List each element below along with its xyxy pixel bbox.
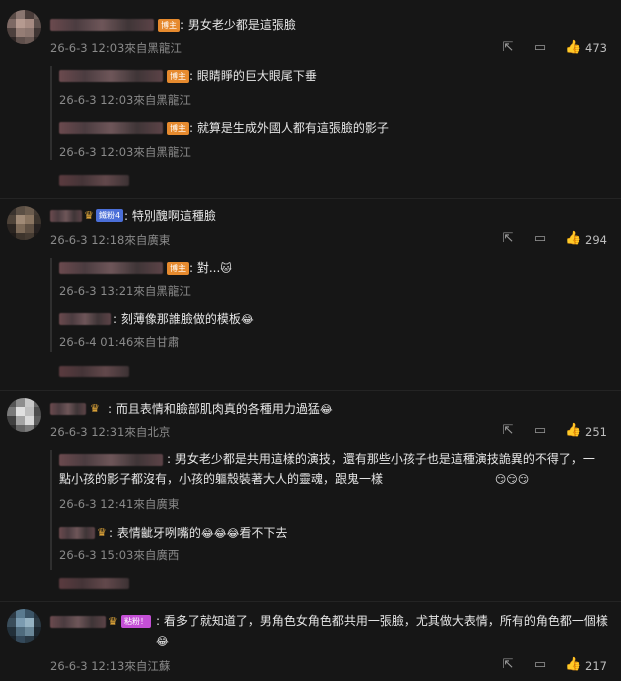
comment-meta: 26-6-3 12:13來自江蘇 [50, 659, 171, 673]
avatar[interactable] [7, 398, 41, 432]
username-blurred[interactable] [50, 403, 86, 415]
avatar[interactable] [7, 206, 41, 240]
like-count: 217 [585, 659, 607, 673]
comment-text: : 特別醜啊這種臉 [124, 209, 216, 223]
laugh-emoji-icon: 😂😂😂 [200, 527, 240, 540]
username-blurred[interactable] [50, 19, 154, 31]
reply-meta: 26-6-3 12:41來自廣東 [59, 497, 180, 511]
avatar[interactable] [7, 10, 41, 44]
username-blurred[interactable] [50, 210, 82, 222]
thumbs-up-icon[interactable]: 👍 [565, 658, 581, 672]
comment-icon[interactable]: ▭ [533, 232, 547, 246]
reply-meta: 26-6-3 12:03來自黑龍江 [59, 93, 191, 107]
reply-divider [50, 258, 52, 352]
share-icon[interactable]: ⇱ [501, 658, 515, 672]
reply-divider [50, 66, 52, 160]
author-badge: 博主 [167, 262, 189, 275]
divider [0, 390, 621, 391]
crown-icon: ♛ [97, 526, 107, 539]
smirk-emoji-icon: 😏😏😏 [494, 473, 530, 486]
comment-icon[interactable]: ▭ [533, 658, 547, 672]
reply-text: : 男女老少都是共用這樣的演技，還有那些小孩子也是這種演技詭異的不得了，一點小孩… [59, 449, 604, 490]
reply-username-blurred[interactable] [59, 313, 111, 325]
author-badge: 博主 [158, 19, 180, 32]
view-more-replies[interactable] [59, 578, 129, 589]
reply-username-blurred[interactable] [59, 262, 163, 274]
comment-meta: 26-6-3 12:31來自北京 [50, 425, 171, 439]
reply-username-blurred[interactable] [59, 527, 95, 539]
reply-username-blurred[interactable] [59, 122, 163, 134]
crown-icon: ♛ [84, 209, 94, 222]
reply-meta: 26-6-3 15:03來自廣西 [59, 548, 180, 562]
thumbs-up-icon[interactable]: 👍 [565, 232, 581, 246]
fan-level-badge: 鐵粉4 [96, 209, 124, 222]
comment-icon[interactable]: ▭ [533, 424, 547, 438]
comment-text: : 而且表情和臉部肌肉真的各種用力過猛😂 [108, 399, 333, 420]
comment-meta: 26-6-3 12:03來自黑龍江 [50, 41, 182, 55]
comment-text: : 男女老少都是這張臉 [180, 18, 296, 32]
author-badge: 博主 [167, 122, 189, 135]
thumbs-up-icon[interactable]: 👍 [565, 424, 581, 438]
reply-username-blurred[interactable] [59, 70, 163, 82]
comment-meta: 26-6-3 12:18來自廣東 [50, 233, 171, 247]
like-count: 473 [585, 41, 607, 55]
reply-meta: 26-6-3 13:21來自黑龍江 [59, 284, 191, 298]
reply-text: : 就算是生成外國人都有這張臉的影子 [189, 121, 389, 135]
laugh-emoji-icon: 😂 [319, 403, 333, 416]
reply-divider [50, 450, 52, 570]
view-more-replies[interactable] [59, 366, 129, 377]
thumbs-up-icon[interactable]: 👍 [565, 41, 581, 55]
share-icon[interactable]: ⇱ [501, 424, 515, 438]
like-count: 251 [585, 425, 607, 439]
view-more-replies[interactable] [59, 175, 129, 186]
divider [0, 601, 621, 602]
reply-text: : 眼睛睜的巨大眼尾下垂 [189, 69, 317, 83]
laugh-emoji-icon: 😂 [156, 635, 169, 648]
reply-text: : 刻薄像那誰臉做的模板😂 [113, 309, 254, 330]
laugh-emoji-icon: 😂 [240, 313, 254, 326]
divider [0, 198, 621, 199]
share-icon[interactable]: ⇱ [501, 232, 515, 246]
crown-icon: ♛ [90, 402, 100, 415]
reply-meta: 26-6-3 12:03來自黑龍江 [59, 145, 191, 159]
reply-meta: 26-6-4 01:46來自甘肅 [59, 335, 180, 349]
comment-icon[interactable]: ▭ [533, 41, 547, 55]
avatar[interactable] [7, 609, 41, 643]
author-badge: 博主 [167, 70, 189, 83]
reply-text: : 對...🐱 [189, 258, 232, 279]
comment-text: : 看多了就知道了，男角色女角色都共用一張臉，尤其做大表情，所有的角色都一個樣😂 [50, 611, 610, 652]
like-count: 294 [585, 233, 607, 247]
share-icon[interactable]: ⇱ [501, 41, 515, 55]
cat-emoji-icon: 🐱 [220, 262, 232, 275]
reply-text: : 表情齜牙咧嘴的😂😂😂看不下去 [109, 523, 287, 544]
